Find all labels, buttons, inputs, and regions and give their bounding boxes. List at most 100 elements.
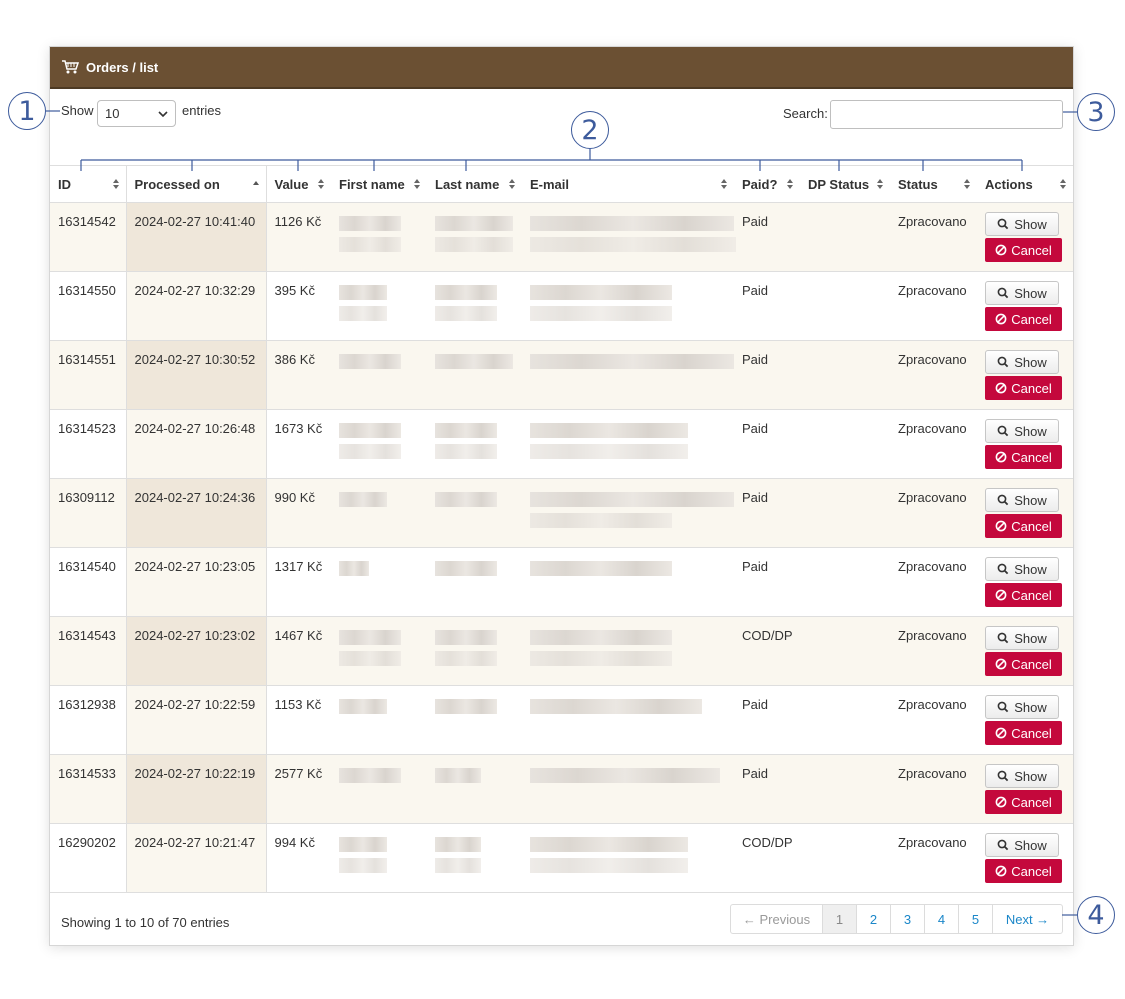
cell-actions: Show Cancel [977, 547, 1073, 617]
column-header-dp-status[interactable]: DP Status [800, 165, 890, 203]
cancel-button-label: Cancel [1011, 587, 1052, 603]
cell-value: 1317 Kč [266, 547, 331, 617]
callout-marker-2: 2 [571, 111, 609, 149]
cell-value: 1467 Kč [266, 616, 331, 686]
orders-table: ID Processed on Value First name Last na… [50, 165, 1073, 893]
show-button[interactable]: Show [985, 557, 1059, 581]
cancel-button[interactable]: Cancel [985, 790, 1062, 814]
cell-status: Zpracovano [890, 340, 977, 410]
ban-icon [995, 589, 1007, 601]
cell-last-name [427, 754, 522, 824]
cell-first-name [331, 340, 427, 410]
cell-paid: Paid [734, 271, 800, 341]
redacted-text [530, 306, 672, 321]
cancel-button[interactable]: Cancel [985, 376, 1062, 400]
cell-paid: Paid [734, 754, 800, 824]
show-button[interactable]: Show [985, 419, 1059, 443]
sort-icon [877, 179, 883, 189]
pagination-next[interactable]: Next → [993, 905, 1062, 933]
cell-processed-on: 2024-02-27 10:21:47 [126, 823, 267, 893]
cell-first-name [331, 754, 427, 824]
shopping-cart-icon [62, 60, 79, 74]
redacted-text [530, 699, 702, 714]
cell-email [522, 754, 734, 824]
cell-paid: Paid [734, 685, 800, 755]
pagination-page-4[interactable]: 4 [925, 905, 959, 933]
cancel-button[interactable]: Cancel [985, 583, 1062, 607]
show-button[interactable]: Show [985, 833, 1059, 857]
show-button[interactable]: Show [985, 212, 1059, 236]
show-button[interactable]: Show [985, 764, 1059, 788]
table-row: 16314543 2024-02-27 10:23:02 1467 Kč COD/DP… [50, 616, 1073, 686]
cell-first-name [331, 685, 427, 755]
show-button-label: Show [1014, 699, 1047, 715]
ban-icon [995, 382, 1007, 394]
pagination-page-2[interactable]: 2 [857, 905, 891, 933]
ban-icon [995, 865, 1007, 877]
entries-length-select[interactable]: 10 [97, 100, 176, 127]
show-button-label: Show [1014, 492, 1047, 508]
ban-icon [995, 658, 1007, 670]
cancel-button[interactable]: Cancel [985, 445, 1062, 469]
pagination-previous[interactable]: ← Previous [731, 905, 823, 933]
show-button-label: Show [1014, 837, 1047, 853]
cell-actions: Show Cancel [977, 616, 1073, 686]
entries-length-value: 10 [105, 106, 120, 121]
cell-status: Zpracovano [890, 685, 977, 755]
column-header-status[interactable]: Status [890, 165, 977, 203]
cell-paid: Paid [734, 478, 800, 548]
cell-processed-on: 2024-02-27 10:23:02 [126, 616, 267, 686]
pagination-page-5[interactable]: 5 [959, 905, 993, 933]
show-button[interactable]: Show [985, 350, 1059, 374]
cell-processed-on: 2024-02-27 10:22:19 [126, 754, 267, 824]
redacted-text [339, 837, 387, 852]
callout-marker-1: 1 [8, 92, 46, 130]
cell-dp-status [800, 271, 890, 341]
show-button[interactable]: Show [985, 626, 1059, 650]
cell-last-name [427, 478, 522, 548]
column-header-actions[interactable]: Actions [977, 165, 1073, 203]
cell-value: 2577 Kč [266, 754, 331, 824]
cell-status: Zpracovano [890, 202, 977, 272]
cell-id: 16314543 [50, 616, 127, 686]
cell-actions: Show Cancel [977, 823, 1073, 893]
sort-icon [1060, 179, 1066, 189]
column-header-id[interactable]: ID [50, 165, 127, 203]
cancel-button[interactable]: Cancel [985, 514, 1062, 538]
cell-last-name [427, 547, 522, 617]
cancel-button[interactable]: Cancel [985, 652, 1062, 676]
show-button[interactable]: Show [985, 695, 1059, 719]
sort-icon [787, 179, 793, 189]
chevron-down-icon [158, 111, 168, 118]
column-header-last-name[interactable]: Last name [427, 165, 522, 203]
table-row: 16312938 2024-02-27 10:22:59 1153 Kč Paid Zp… [50, 685, 1073, 755]
pagination-page-3[interactable]: 3 [891, 905, 925, 933]
column-header-processed-on[interactable]: Processed on [126, 165, 267, 203]
show-button-label: Show [1014, 630, 1047, 646]
sort-icon [721, 179, 727, 189]
redacted-text [530, 285, 672, 300]
table-row: 16314542 2024-02-27 10:41:40 1126 Kč Paid Zp… [50, 202, 1073, 272]
column-header-value[interactable]: Value [266, 165, 331, 203]
redacted-text [530, 354, 736, 369]
cancel-button[interactable]: Cancel [985, 721, 1062, 745]
column-header-email[interactable]: E-mail [522, 165, 734, 203]
column-header-paid[interactable]: Paid? [734, 165, 800, 203]
cancel-button[interactable]: Cancel [985, 307, 1062, 331]
redacted-text [435, 858, 481, 873]
redacted-text [435, 561, 497, 576]
cancel-button[interactable]: Cancel [985, 859, 1062, 883]
search-input[interactable] [830, 100, 1063, 129]
redacted-text [435, 768, 481, 783]
show-button[interactable]: Show [985, 281, 1059, 305]
cell-processed-on: 2024-02-27 10:23:05 [126, 547, 267, 617]
show-button[interactable]: Show [985, 488, 1059, 512]
redacted-text [435, 306, 497, 321]
cell-last-name [427, 823, 522, 893]
table-row: 16314551 2024-02-27 10:30:52 386 Kč Paid Zpr… [50, 340, 1073, 410]
pagination-page-1[interactable]: 1 [823, 905, 857, 933]
cancel-button[interactable]: Cancel [985, 238, 1062, 262]
column-header-first-name[interactable]: First name [331, 165, 427, 203]
redacted-text [530, 837, 688, 852]
cancel-button-label: Cancel [1011, 656, 1052, 672]
